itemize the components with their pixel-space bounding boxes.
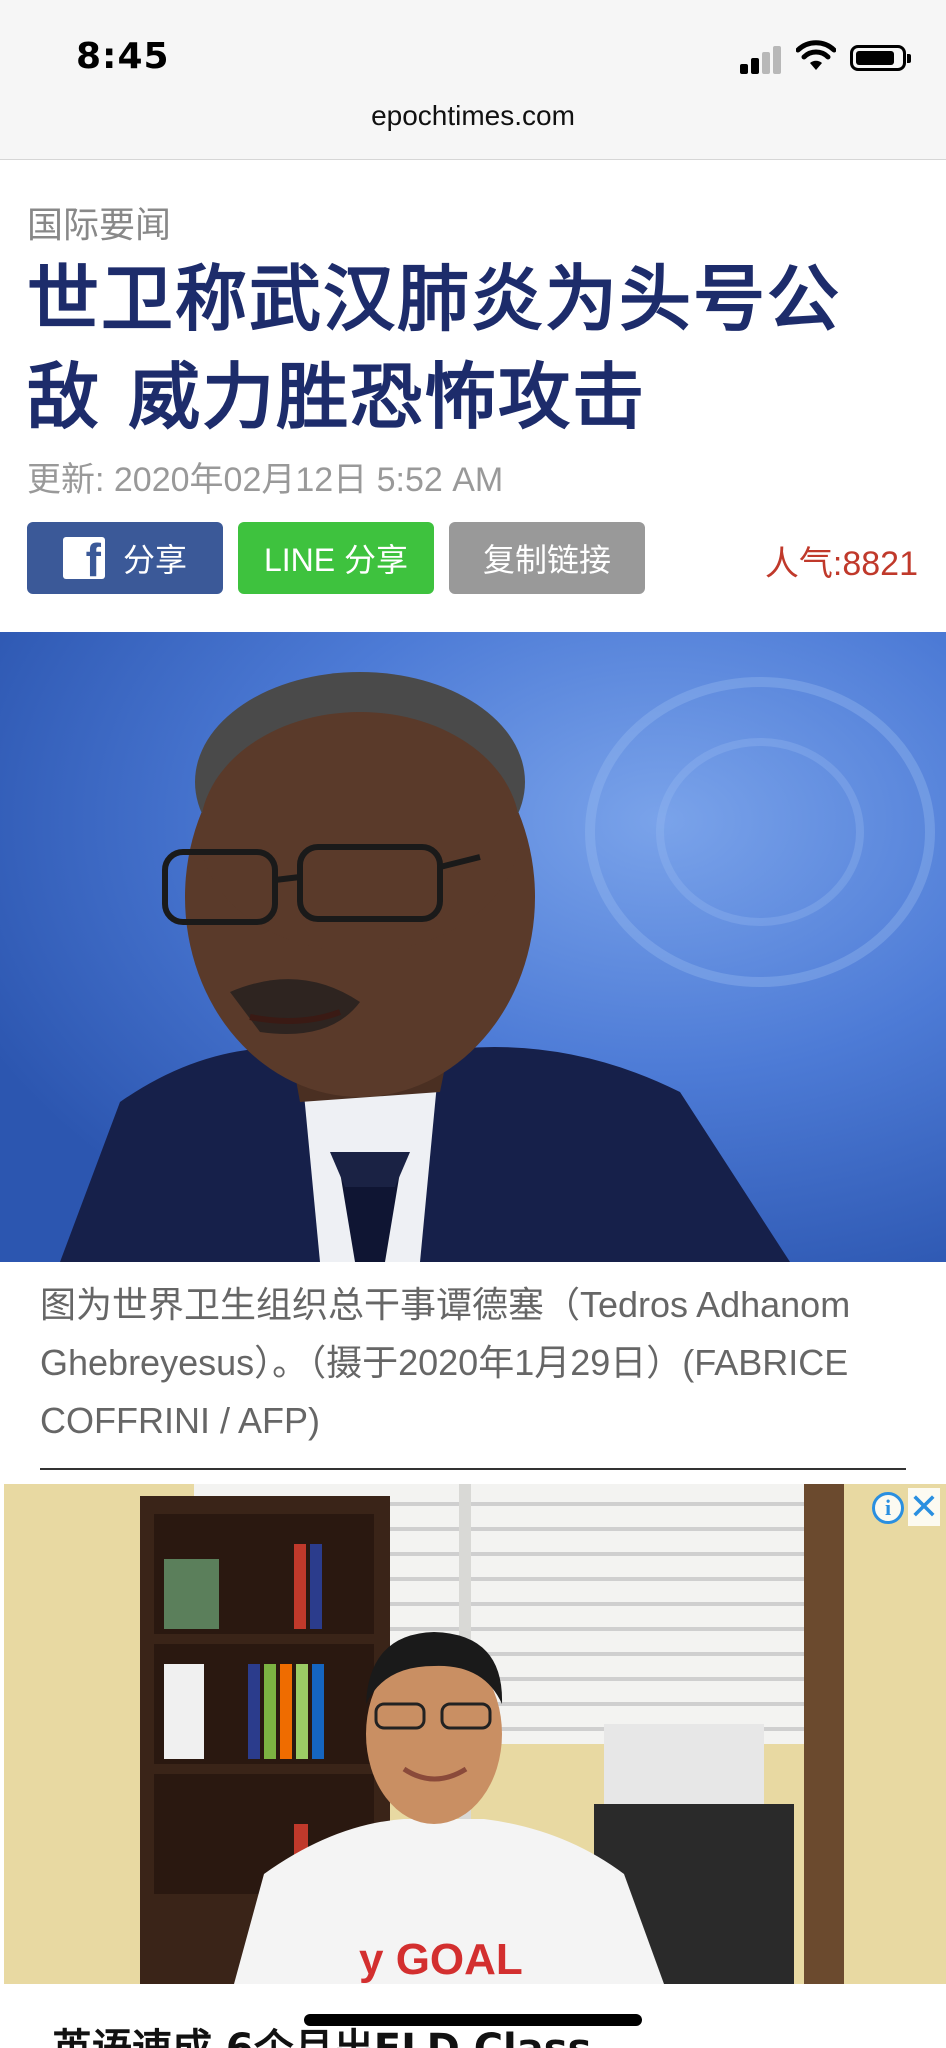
info-icon[interactable]: i xyxy=(872,1492,904,1524)
article-headline: 世卫称武汉肺炎为头号公敌 威力胜恐怖攻击 xyxy=(27,257,842,439)
wifi-icon xyxy=(796,40,836,70)
popularity-count: 人气:8821 xyxy=(764,545,918,583)
line-share-label: LINE 分享 xyxy=(263,542,409,578)
article-photo-illustration xyxy=(0,632,946,1262)
facebook-share-button[interactable]: 分享 xyxy=(27,522,223,594)
caption-divider xyxy=(40,1468,906,1470)
line-share-button[interactable]: LINE 分享 xyxy=(238,522,434,594)
article-updated-time: 更新: 2020年02月12日 5:52 AM xyxy=(27,461,504,499)
cellular-signal-icon xyxy=(740,44,784,74)
ad-photo-illustration: y GOAL xyxy=(4,1484,946,1984)
copy-link-label: 复制链接 xyxy=(482,542,611,578)
article-photo[interactable] xyxy=(0,632,946,1262)
article-category[interactable]: 国际要闻 xyxy=(27,196,171,248)
home-indicator[interactable] xyxy=(304,2014,642,2026)
copy-link-button[interactable]: 复制链接 xyxy=(449,522,645,594)
browser-top-bar: 8:45 epochtimes.com xyxy=(0,0,946,160)
advertisement[interactable]: y GOAL i ✕ xyxy=(4,1484,946,1984)
ad-shirt-text: y GOAL xyxy=(359,1935,523,1984)
address-bar-url[interactable]: epochtimes.com xyxy=(0,100,946,132)
status-time: 8:45 xyxy=(76,36,170,77)
facebook-share-label: 分享 xyxy=(122,542,187,578)
close-icon[interactable]: ✕ xyxy=(908,1487,940,1528)
photo-caption: 图为世界卫生组织总干事谭德塞（Tedros Adhanom Ghebreyesu… xyxy=(40,1284,851,1441)
battery-icon xyxy=(850,45,911,71)
facebook-icon xyxy=(62,537,105,579)
